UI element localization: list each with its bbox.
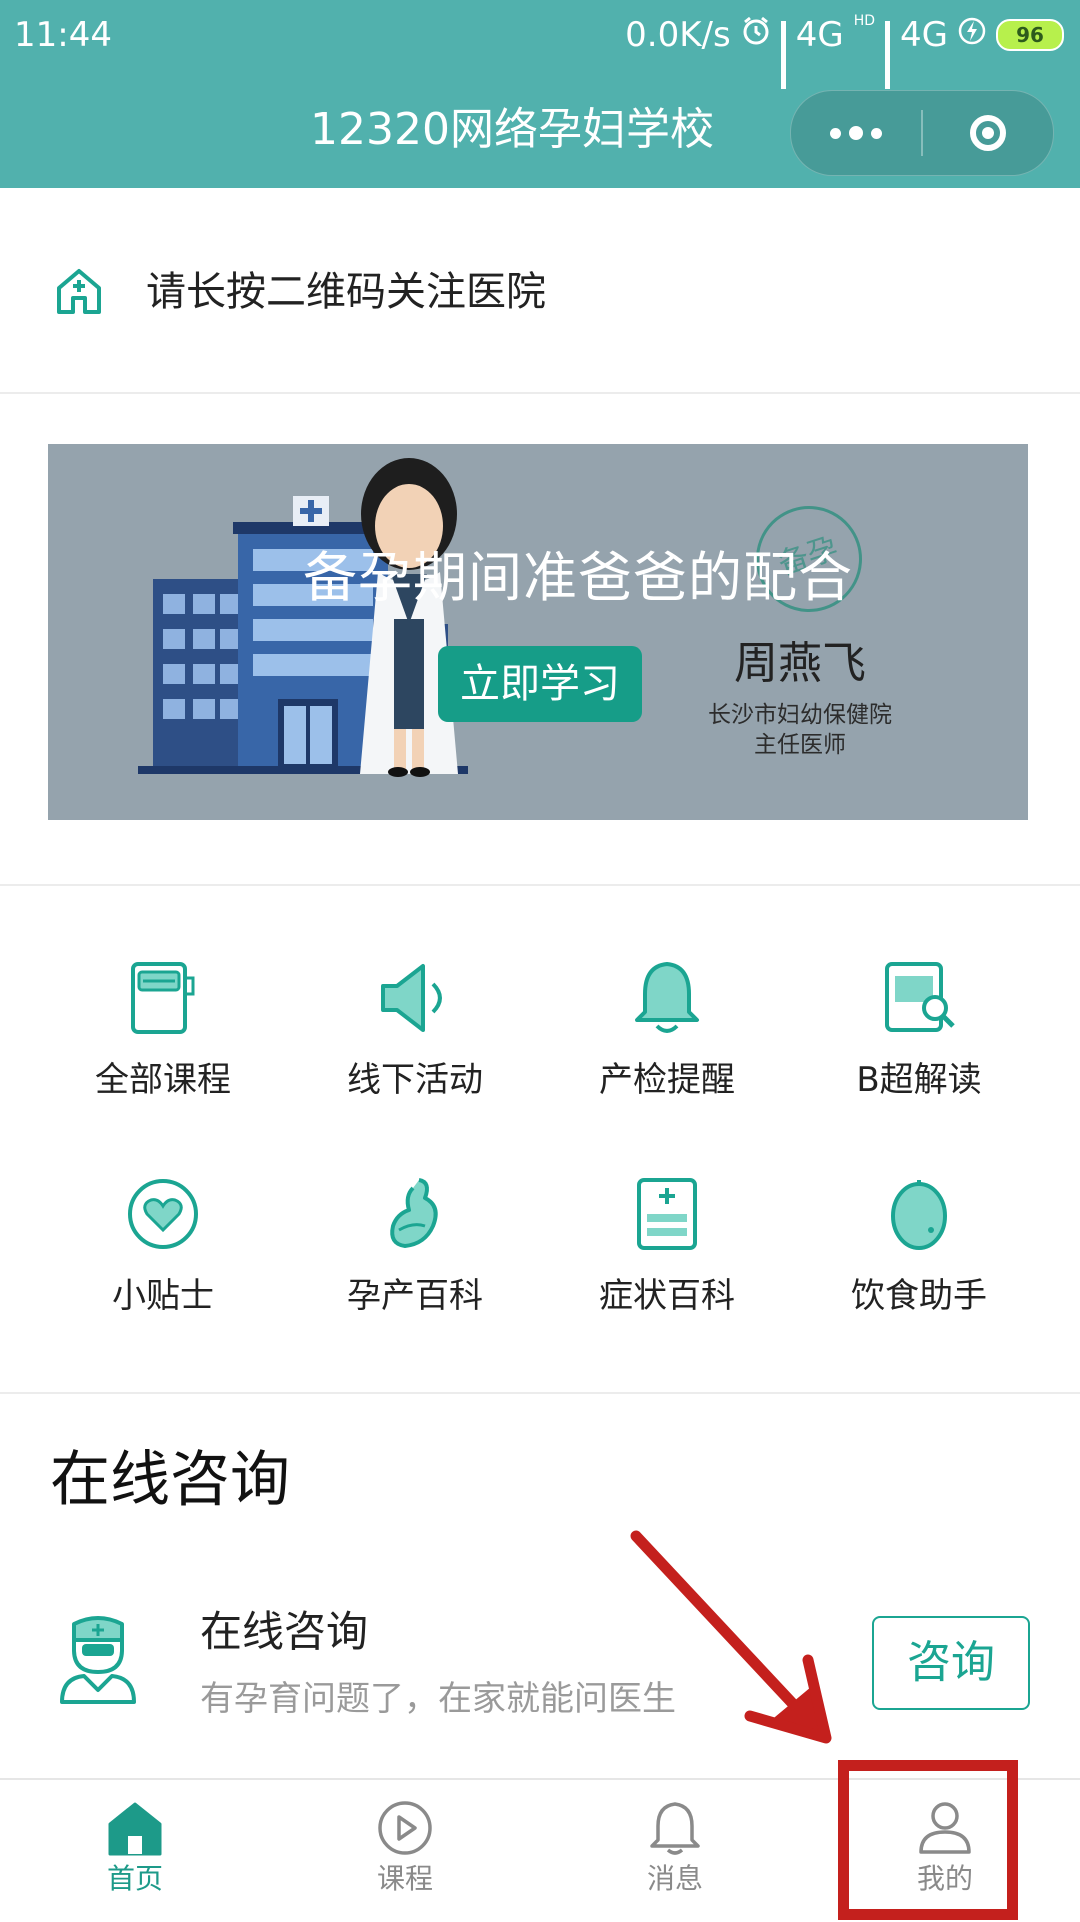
- app-header: 11:44 0.0K/s 4G HD 4G 96 12320网络孕妇学校: [0, 0, 1080, 188]
- consult-section-title: 在线咨询: [50, 1445, 290, 1515]
- follow-hospital-bar[interactable]: 请长按二维码关注医院: [0, 188, 1080, 394]
- tab-label: 消息: [646, 1862, 703, 1895]
- hospital-icon: [57, 269, 101, 314]
- medical-record-icon: [637, 1178, 697, 1250]
- tab-label: 课程: [376, 1862, 433, 1895]
- section-divider: [0, 884, 1080, 886]
- target-close-icon[interactable]: [923, 91, 1053, 175]
- net-speed: 0.0K/s: [625, 15, 731, 55]
- lemon-icon: [891, 1180, 947, 1250]
- network-type-2: 4G: [900, 15, 948, 55]
- consult-item-title: 在线咨询: [200, 1607, 369, 1656]
- tab-home[interactable]: 首页: [0, 1780, 270, 1922]
- feature-label: 线下活动: [347, 1060, 483, 1100]
- feature-offline-activities[interactable]: 线下活动: [290, 958, 540, 1138]
- feature-label: B超解读: [856, 1060, 982, 1100]
- status-bar: 11:44 0.0K/s 4G HD 4G 96: [0, 0, 1080, 89]
- play-circle-icon: [378, 1801, 432, 1855]
- doctor-title: 主任医师: [754, 732, 846, 758]
- feature-label: 小贴士: [112, 1276, 214, 1316]
- bell-outline-icon: [650, 1802, 700, 1855]
- megaphone-icon: [381, 964, 442, 1032]
- feature-label: 饮食助手: [851, 1276, 987, 1316]
- feature-diet-assistant[interactable]: 饮食助手: [794, 1174, 1044, 1354]
- feature-symptom-wiki[interactable]: 症状百科: [542, 1174, 792, 1354]
- annotation-highlight-box: [838, 1760, 1018, 1920]
- more-dots-icon[interactable]: [791, 91, 921, 175]
- follow-hospital-text: 请长按二维码关注医院: [146, 269, 546, 315]
- charging-icon: [958, 0, 986, 70]
- pregnant-icon: [390, 1178, 438, 1248]
- feature-checkup-reminder[interactable]: 产检提醒: [542, 958, 792, 1138]
- tab-messages[interactable]: 消息: [540, 1780, 810, 1922]
- signal-icon-2: [885, 21, 891, 89]
- hd-badge: HD: [853, 13, 876, 29]
- signal-icon: [780, 21, 786, 89]
- feature-label: 产检提醒: [599, 1060, 735, 1100]
- ultrasound-search-icon: [885, 962, 955, 1032]
- hospital-building-illustration: [138, 458, 468, 777]
- feature-label: 症状百科: [599, 1276, 735, 1316]
- tab-label: 首页: [106, 1862, 163, 1895]
- doctor-name: 周燕飞: [734, 638, 866, 689]
- tab-courses[interactable]: 课程: [270, 1780, 540, 1922]
- home-icon: [108, 1802, 162, 1856]
- bell-icon: [635, 962, 699, 1033]
- feature-all-courses[interactable]: 全部课程: [38, 958, 288, 1138]
- heart-circle-icon: [128, 1179, 198, 1249]
- status-time: 11:44: [14, 15, 112, 55]
- section-divider: [0, 1392, 1080, 1394]
- feature-label: 全部课程: [95, 1060, 231, 1100]
- feature-pregnancy-wiki[interactable]: 孕产百科: [290, 1174, 540, 1354]
- feature-label: 孕产百科: [347, 1276, 483, 1316]
- course-book-icon: [131, 962, 195, 1034]
- network-type-1: 4G: [795, 15, 844, 55]
- status-indicators: 0.0K/s 4G HD 4G 96: [625, 0, 1064, 89]
- alarm-icon: [741, 0, 771, 70]
- feature-ultrasound-reading[interactable]: B超解读: [794, 958, 1044, 1138]
- banner-title: 备孕期间准爸爸的配合: [303, 546, 853, 609]
- battery-icon: 96: [996, 19, 1064, 51]
- doctor-icon: [60, 1616, 136, 1704]
- consult-button[interactable]: 咨询: [872, 1616, 1030, 1710]
- course-banner[interactable]: 备孕 备孕期间准爸爸的配合 立即学习 周燕飞 长沙市妇幼保健院 主任医师: [48, 444, 1028, 820]
- page-title: 12320网络孕妇学校: [310, 104, 714, 155]
- doctor-hospital: 长沙市妇幼保健院: [708, 702, 892, 728]
- consult-item-subtitle: 有孕育问题了，在家就能问医生: [200, 1679, 676, 1719]
- start-learning-button[interactable]: 立即学习: [438, 646, 642, 722]
- mini-program-capsule: [790, 90, 1054, 176]
- feature-tips[interactable]: 小贴士: [38, 1174, 288, 1354]
